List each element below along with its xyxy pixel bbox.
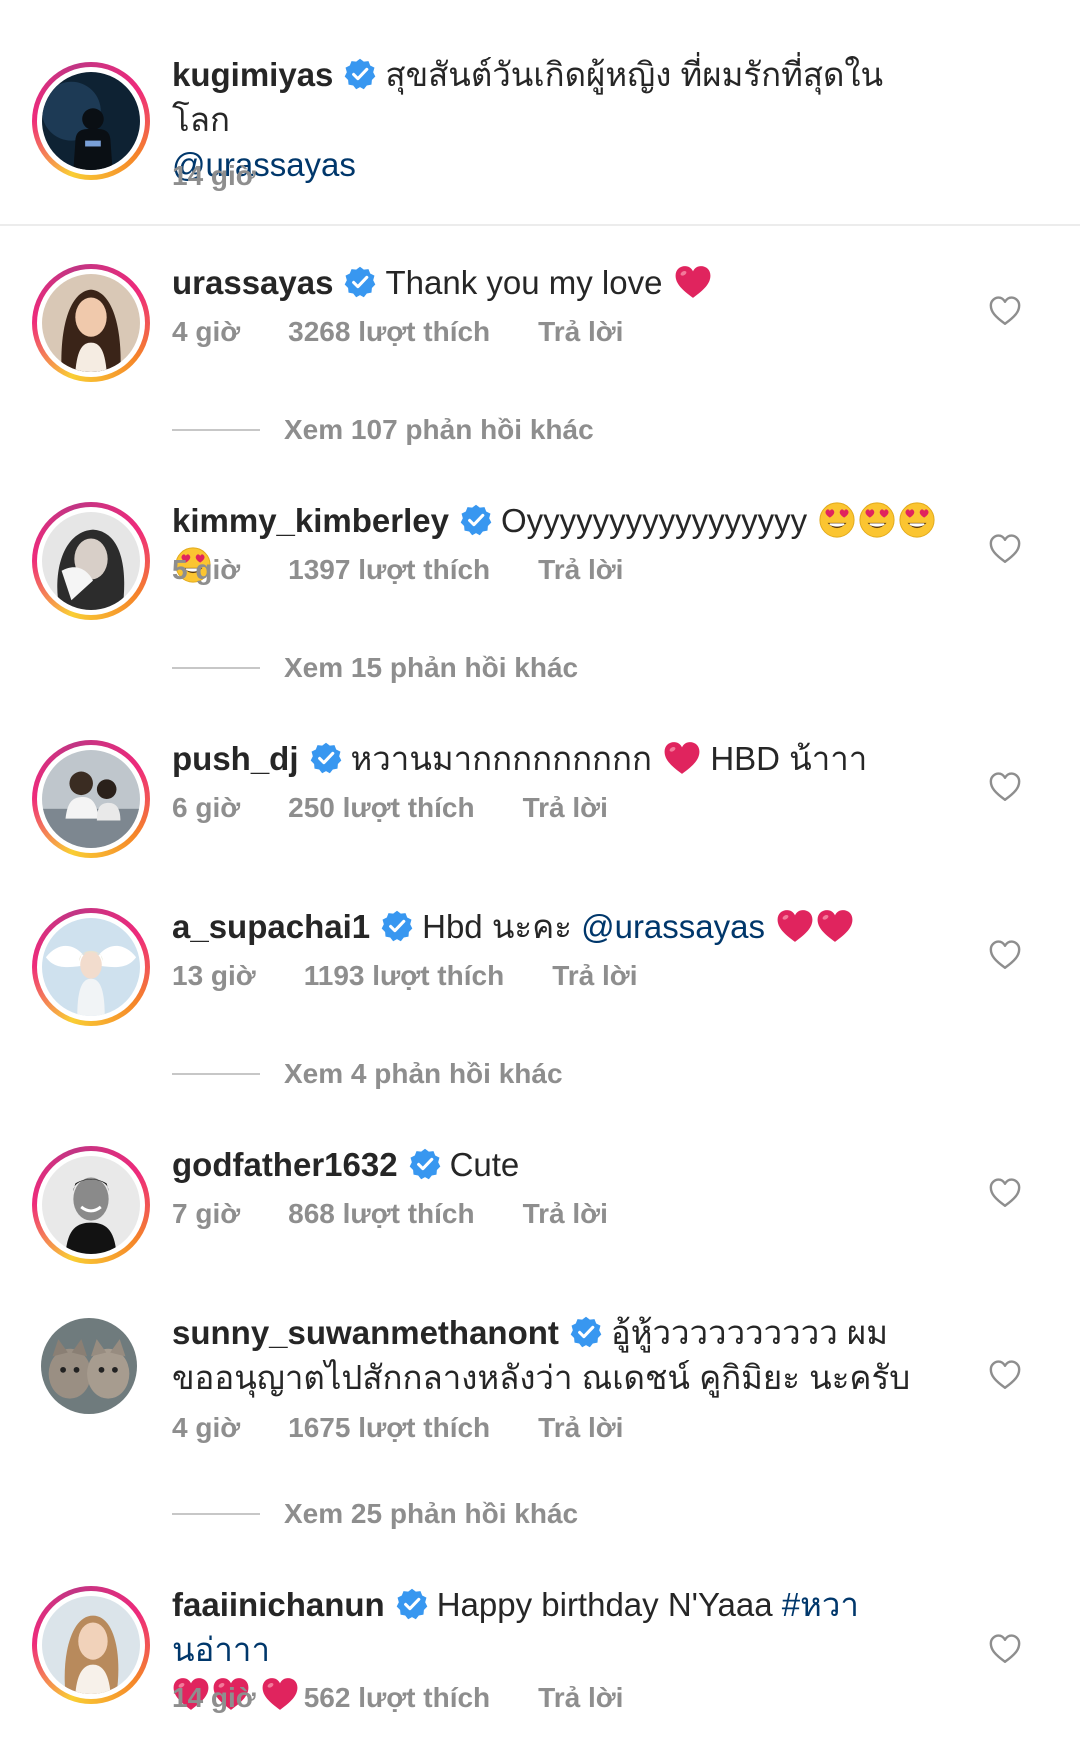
post-caption: kugimiyas สุขสันต์วันเกิดผู้หญิง ที่ผมรัก…: [0, 0, 1080, 226]
username[interactable]: faaiinichanun: [172, 1586, 385, 1623]
like-heart-icon[interactable]: [988, 770, 1022, 804]
like-heart-icon[interactable]: [988, 532, 1022, 566]
avatar-image: [42, 1156, 140, 1254]
comment-text: Cute: [449, 1146, 520, 1183]
verified-badge-icon: [569, 1315, 603, 1349]
avatar[interactable]: [32, 1586, 150, 1704]
comment-text: Happy birthday N'Yaaa: [436, 1586, 773, 1623]
verified-badge-icon: [459, 503, 493, 537]
avatar[interactable]: [32, 740, 150, 858]
username[interactable]: sunny_suwanmethanont: [172, 1314, 559, 1351]
divider: [172, 1513, 260, 1515]
avatar-image: [42, 72, 140, 170]
verified-badge-icon: [343, 57, 377, 91]
verified-badge-icon: [343, 265, 377, 299]
avatar[interactable]: [32, 908, 150, 1026]
like-heart-icon[interactable]: [988, 1358, 1022, 1392]
reply-button[interactable]: Trả lời: [552, 960, 637, 991]
verified-badge-icon: [408, 1147, 442, 1181]
comment-meta: 14 giờ 562 lượt thích Trả lời: [172, 1682, 671, 1714]
red-heart-icon: [663, 740, 701, 776]
comment-meta: 5 giờ 1397 lượt thích Trả lời: [172, 554, 671, 586]
username[interactable]: a_supachai1: [172, 908, 370, 945]
comment-text: หวานมากกกกกกกกก: [350, 740, 652, 777]
avatar-image: [42, 918, 140, 1016]
view-more-replies-label[interactable]: Xem 107 phản hồi khác: [284, 414, 594, 446]
username[interactable]: kugimiyas: [172, 56, 333, 93]
like-heart-icon[interactable]: [988, 1176, 1022, 1210]
timestamp: 14 giờ: [172, 160, 256, 191]
comment-text: Hbd นะคะ: [422, 908, 572, 945]
reply-button[interactable]: Trả lời: [538, 1412, 623, 1443]
reply-button[interactable]: Trả lời: [523, 792, 608, 823]
verified-badge-icon: [309, 741, 343, 775]
likes-count[interactable]: 250 lượt thích: [288, 792, 474, 823]
timestamp: 7 giờ: [172, 1198, 241, 1229]
heart-eyes-icon: [898, 501, 936, 539]
username[interactable]: kimmy_kimberley: [172, 502, 449, 539]
likes-count[interactable]: 3268 lượt thích: [288, 316, 490, 347]
timestamp: 6 giờ: [172, 792, 241, 823]
likes-count[interactable]: 1193 lượt thích: [304, 960, 504, 991]
view-more-replies[interactable]: Xem 107 phản hồi khác: [172, 414, 594, 446]
avatar-image: [42, 1596, 140, 1694]
comment-text: Oyyyyyyyyyyyyyyyyy: [501, 502, 808, 539]
avatar[interactable]: [32, 264, 150, 382]
username[interactable]: godfather1632: [172, 1146, 398, 1183]
reply-button[interactable]: Trả lời: [538, 1682, 623, 1713]
verified-badge-icon: [380, 909, 414, 943]
timestamp: 14 giờ: [172, 1682, 256, 1713]
avatar-image: [42, 750, 140, 848]
reply-button[interactable]: Trả lời: [538, 316, 623, 347]
mention-link[interactable]: @urassayas: [581, 908, 765, 945]
view-more-replies-label[interactable]: Xem 4 phản hồi khác: [284, 1058, 563, 1090]
comments-screen: kugimiyas สุขสันต์วันเกิดผู้หญิง ที่ผมรัก…: [0, 0, 1080, 1752]
username[interactable]: urassayas: [172, 264, 333, 301]
comment-text-2: HBD น้าาา: [710, 740, 868, 777]
likes-count[interactable]: 1397 lượt thích: [288, 554, 490, 585]
view-more-replies[interactable]: Xem 25 phản hồi khác: [172, 1498, 578, 1530]
caption-meta: 14 giờ: [172, 160, 304, 192]
likes-count[interactable]: 1675 lượt thích: [288, 1412, 490, 1443]
comment-meta: 13 giờ 1193 lượt thích Trả lời: [172, 960, 685, 992]
comment-text: Thank you my love: [385, 264, 663, 301]
red-heart-icon: [674, 264, 712, 300]
avatar-image: [41, 1318, 137, 1414]
heart-eyes-icon: [818, 501, 856, 539]
timestamp: 4 giờ: [172, 1412, 241, 1443]
red-heart-icon: [816, 908, 854, 944]
view-more-replies-label[interactable]: Xem 25 phản hồi khác: [284, 1498, 578, 1530]
divider: [172, 1073, 260, 1075]
avatar[interactable]: [32, 62, 150, 180]
comment-meta: 7 giờ 868 lượt thích Trả lời: [172, 1198, 656, 1230]
view-more-replies-label[interactable]: Xem 15 phản hồi khác: [284, 652, 578, 684]
like-heart-icon[interactable]: [988, 1632, 1022, 1666]
likes-count[interactable]: 868 lượt thích: [288, 1198, 474, 1229]
comment-meta: 4 giờ 1675 lượt thích Trả lời: [172, 1412, 671, 1444]
avatar-image: [42, 274, 140, 372]
avatar-image: [42, 512, 140, 610]
avatar[interactable]: [41, 1318, 137, 1414]
view-more-replies[interactable]: Xem 15 phản hồi khác: [172, 652, 578, 684]
comment-meta: 6 giờ 250 lượt thích Trả lời: [172, 792, 656, 824]
timestamp: 5 giờ: [172, 554, 241, 585]
likes-count[interactable]: 562 lượt thích: [304, 1682, 490, 1713]
username[interactable]: push_dj: [172, 740, 299, 777]
red-heart-icon: [776, 908, 814, 944]
like-heart-icon[interactable]: [988, 938, 1022, 972]
avatar[interactable]: [32, 1146, 150, 1264]
heart-eyes-icon: [858, 501, 896, 539]
avatar[interactable]: [32, 502, 150, 620]
view-more-replies[interactable]: Xem 4 phản hồi khác: [172, 1058, 563, 1090]
reply-button[interactable]: Trả lời: [523, 1198, 608, 1229]
timestamp: 13 giờ: [172, 960, 256, 991]
like-heart-icon[interactable]: [988, 294, 1022, 328]
comment-meta: 4 giờ 3268 lượt thích Trả lời: [172, 316, 671, 348]
divider: [172, 667, 260, 669]
divider: [172, 429, 260, 431]
timestamp: 4 giờ: [172, 316, 241, 347]
verified-badge-icon: [395, 1587, 429, 1621]
reply-button[interactable]: Trả lời: [538, 554, 623, 585]
